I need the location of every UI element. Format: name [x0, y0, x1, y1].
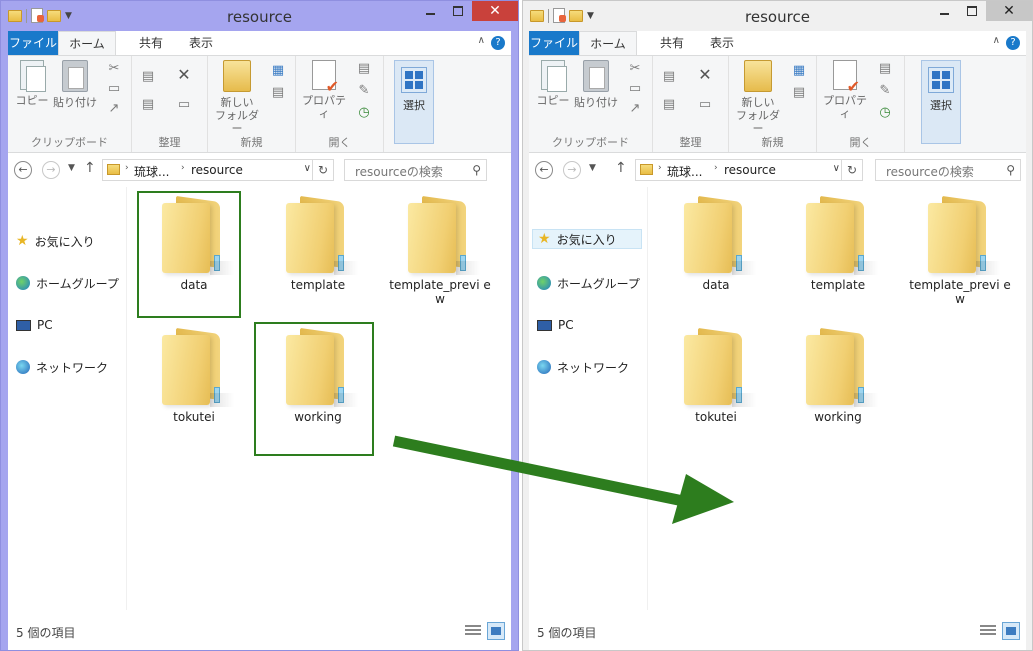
- arrow-shaft: [392, 435, 690, 508]
- move-arrow-annotation: [392, 435, 734, 524]
- arrow-head: [672, 474, 734, 524]
